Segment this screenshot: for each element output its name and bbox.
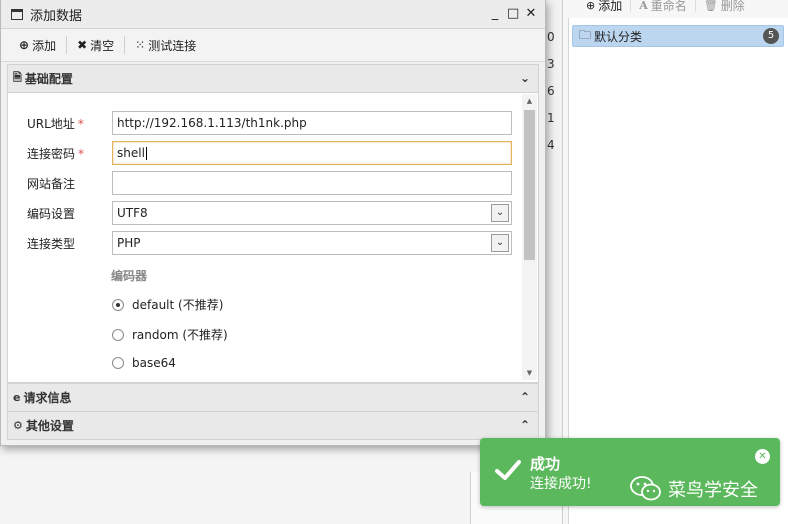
plus-circle-icon: ⊕ (586, 0, 596, 12)
type-select[interactable]: PHP ⌄ (112, 231, 512, 255)
toast-close-button[interactable]: ✕ (755, 449, 770, 464)
other-settings-header[interactable]: ⚙ 其他设置 ⌃ (7, 411, 539, 440)
basic-config-panel: 🗎 基础配置 ⌄ URL地址 * http://192.168.1.113/th1… (7, 64, 539, 383)
password-row: 连接密码 * shell (27, 141, 513, 165)
encoder-option-random[interactable]: random (不推荐) (112, 326, 228, 343)
encoder-heading: 编码器 (111, 269, 148, 283)
folder-icon: 🗀 (579, 27, 592, 42)
add-button[interactable]: ⊕ 添加 (9, 36, 68, 54)
chevron-down-icon[interactable]: ⌄ (491, 204, 509, 222)
x-icon: ✖ (77, 38, 88, 52)
category-count-badge: 5 (763, 28, 779, 44)
required-mark: * (78, 146, 85, 161)
encoding-label: 编码设置 (27, 206, 76, 221)
password-input[interactable]: shell (112, 141, 512, 165)
type-label: 连接类型 (27, 236, 76, 251)
encoder-option-base64[interactable]: base64 (112, 356, 176, 370)
text-caret (145, 146, 147, 160)
category-toolbar: ⊕ 添加 A 重命名 🗑 删除 (578, 0, 753, 16)
dialog-titlebar[interactable]: 添加数据 _ □ ✕ (1, 0, 545, 29)
request-info-panel: e 请求信息 ⌃ (7, 383, 539, 412)
basic-config-body: URL地址 * http://192.168.1.113/th1nk.php 连接… (7, 93, 539, 383)
note-input[interactable] (112, 171, 512, 195)
maximize-button[interactable]: □ (507, 6, 519, 21)
encoder-option-default[interactable]: default (不推荐) (112, 296, 223, 313)
encoding-row: 编码设置 UTF8 ⌄ (27, 201, 513, 225)
toast-message: 连接成功! (530, 476, 592, 492)
document-icon: 🗎 (13, 71, 22, 84)
radio-button[interactable] (112, 328, 124, 341)
plus-circle-icon: ⊕ (19, 38, 30, 52)
trash-icon: 🗑 (703, 0, 718, 12)
rename-category-button[interactable]: A 重命名 (631, 0, 696, 13)
window-icon (11, 8, 23, 20)
scroll-down-icon[interactable]: ▼ (522, 366, 537, 380)
url-label: URL地址 (27, 116, 75, 131)
password-label: 连接密码 (27, 146, 76, 161)
chevron-down-icon[interactable]: ⌄ (491, 234, 509, 252)
request-info-header[interactable]: e 请求信息 ⌃ (7, 383, 539, 412)
other-settings-panel: ⚙ 其他设置 ⌃ (7, 411, 539, 440)
chevron-up-icon: ⌃ (519, 418, 530, 432)
checkmark-icon (495, 460, 521, 480)
encoding-select[interactable]: UTF8 ⌄ (112, 201, 512, 225)
test-connection-button[interactable]: ⁙ 测试连接 (125, 36, 206, 54)
wechat-icon (630, 476, 661, 501)
note-row: 网站备注 (27, 171, 513, 195)
chevron-down-icon: ⌄ (519, 71, 530, 85)
required-mark: * (77, 116, 84, 131)
spinner-icon: ⁙ (135, 38, 146, 52)
type-row: 连接类型 PHP ⌄ (27, 231, 513, 255)
scroll-up-icon[interactable]: ▲ (522, 94, 537, 108)
minimize-button[interactable]: _ (489, 6, 501, 21)
radio-button[interactable] (112, 357, 124, 369)
dialog-toolbar: ⊕ 添加 ✖ 清空 ⁙ 测试连接 (1, 29, 545, 62)
url-input[interactable]: http://192.168.1.113/th1nk.php (112, 111, 512, 135)
note-label: 网站备注 (27, 176, 76, 191)
category-item-default[interactable]: 🗀 默认分类 5 (572, 25, 784, 47)
basic-config-header[interactable]: 🗎 基础配置 ⌄ (7, 64, 539, 93)
vertical-scrollbar[interactable]: ▲ ▼ (522, 94, 537, 380)
watermark: 菜鸟学安全 (630, 476, 758, 502)
close-button[interactable]: ✕ (525, 6, 537, 21)
toast-title: 成功 (530, 455, 561, 473)
add-category-button[interactable]: ⊕ 添加 (578, 0, 632, 13)
clear-button[interactable]: ✖ 清空 (67, 36, 126, 54)
success-toast: 成功 连接成功! ✕ 菜鸟学安全 (480, 438, 780, 506)
add-data-dialog: 添加数据 _ □ ✕ ⊕ 添加 ✖ 清空 ⁙ 测试连接 🗎 基础配置 ⌄ URL… (0, 0, 546, 446)
ie-icon: e (13, 391, 21, 404)
url-row: URL地址 * http://192.168.1.113/th1nk.php (27, 111, 513, 135)
font-a-icon: A (639, 0, 648, 12)
delete-category-button[interactable]: 🗑 删除 (696, 0, 753, 13)
scrollbar-thumb[interactable] (524, 110, 535, 260)
radio-button[interactable] (112, 298, 124, 311)
chevron-up-icon: ⌃ (519, 390, 530, 404)
dialog-title: 添加数据 (30, 8, 83, 24)
gears-icon: ⚙ (13, 419, 23, 432)
